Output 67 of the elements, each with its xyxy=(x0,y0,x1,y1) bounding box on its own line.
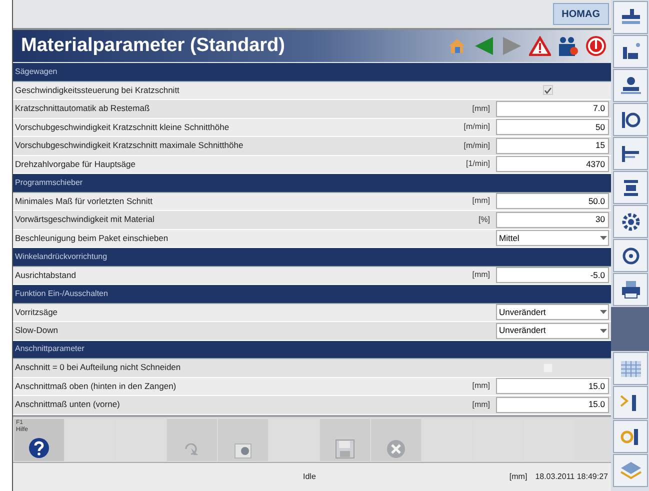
parameter-label: Drehzahlvorgabe für Hauptsäge xyxy=(15,158,136,171)
sidebar-button[interactable] xyxy=(613,420,648,453)
unit-label: [mm] xyxy=(472,380,490,392)
dropdown[interactable]: Unverändert xyxy=(496,304,609,320)
sidebar-button[interactable] xyxy=(613,273,648,306)
unit-label: [1/min] xyxy=(466,158,490,170)
input-field[interactable]: 4370 xyxy=(496,156,609,172)
input-field[interactable]: 50.0 xyxy=(496,193,609,210)
parameter-label: Anschnittmaß unten (vorne) xyxy=(15,398,120,412)
sidebar-button[interactable] xyxy=(613,205,648,238)
parameter-label: Ausrichtabstand xyxy=(15,268,76,282)
input-field[interactable]: 7.0 xyxy=(496,100,609,117)
input-field[interactable]: 15 xyxy=(496,138,609,154)
parameter-label: Slow-Down xyxy=(15,324,58,338)
sidebar-button[interactable] xyxy=(613,1,648,34)
section-header: Anschnittparameter xyxy=(15,343,84,356)
caret-icon xyxy=(600,235,607,242)
unit-label: [mm] xyxy=(472,398,490,411)
unit-label: [mm] xyxy=(472,102,490,115)
page-title: Materialparameter (Standard) xyxy=(21,34,285,58)
stop-icon[interactable] xyxy=(585,35,607,57)
checkbox[interactable] xyxy=(543,85,553,96)
section-header: Winkelandrückvorrichtung xyxy=(15,250,108,263)
unit-label: [%] xyxy=(478,214,490,226)
input-field[interactable]: 50 xyxy=(496,119,609,136)
parameter-label: Anschnitt = 0 bei Aufteilung nicht Schneiden xyxy=(15,361,181,374)
sidebar-button[interactable] xyxy=(613,171,648,204)
unit-label: [mm] xyxy=(509,471,528,483)
parameter-label: Vorritzsäge xyxy=(15,306,58,319)
cancel-icon xyxy=(386,439,406,459)
sidebar-button[interactable] xyxy=(613,69,648,102)
unit-label: [m/min] xyxy=(464,140,490,152)
people-icon[interactable] xyxy=(557,35,579,57)
company-logo: HOMAG xyxy=(552,3,609,25)
checkmark-icon xyxy=(544,86,552,94)
dropdown[interactable]: Mittel xyxy=(496,230,609,246)
sidebar-spacer-panel xyxy=(611,307,649,351)
parameter-label: Vorschubgeschwindigkeit Kratzschnitt maximale Schnitthöhe xyxy=(15,139,244,152)
input-field[interactable]: 15.0 xyxy=(496,396,609,413)
parameter-label: Geschwindigkeitssteuerung bei Kratzschnitt xyxy=(15,84,180,97)
sidebar-button[interactable] xyxy=(613,35,648,68)
parameter-label: Anschnittmaß oben (hinten in den Zangen) xyxy=(15,380,176,393)
parameter-label: Vorwärtsgeschwindigkeit mit Material xyxy=(15,213,154,226)
unit-label: [mm] xyxy=(472,195,490,208)
input-field[interactable]: -5.0 xyxy=(496,267,609,284)
parameter-label: Beschleunigung beim Paket einschieben xyxy=(15,232,168,245)
sidebar-button[interactable] xyxy=(613,386,648,419)
section-header: Sägewagen xyxy=(15,66,58,78)
sidebar-button[interactable] xyxy=(613,103,648,136)
unit-label: [mm] xyxy=(472,269,490,282)
parameter-label: Minimales Maß für vorletzten Schnitt xyxy=(15,194,152,208)
parameter-label: Kratzschnittautomatik ab Restemaß xyxy=(15,102,150,116)
input-field[interactable]: 30 xyxy=(496,212,609,228)
unit-label: [m/min] xyxy=(464,121,490,134)
date-time: 18.03.2011 18:49:27 xyxy=(535,471,608,483)
status-text: Idle xyxy=(303,471,316,483)
help-icon xyxy=(28,437,50,459)
parameter-label: Vorschubgeschwindigkeit Kratzschnitt kleine Schnitthöhe xyxy=(15,120,230,134)
sidebar-button[interactable] xyxy=(613,137,648,170)
input-field[interactable]: 15.0 xyxy=(496,378,609,394)
section-header: Programmschieber xyxy=(15,176,83,189)
caret-icon xyxy=(600,328,607,334)
dropdown[interactable]: Unverändert xyxy=(496,322,609,339)
sidebar-button[interactable] xyxy=(613,239,648,272)
warning-icon[interactable] xyxy=(529,36,551,56)
section-header: Funktion Ein-/Ausschalten xyxy=(15,288,108,300)
caret-icon xyxy=(600,309,607,316)
